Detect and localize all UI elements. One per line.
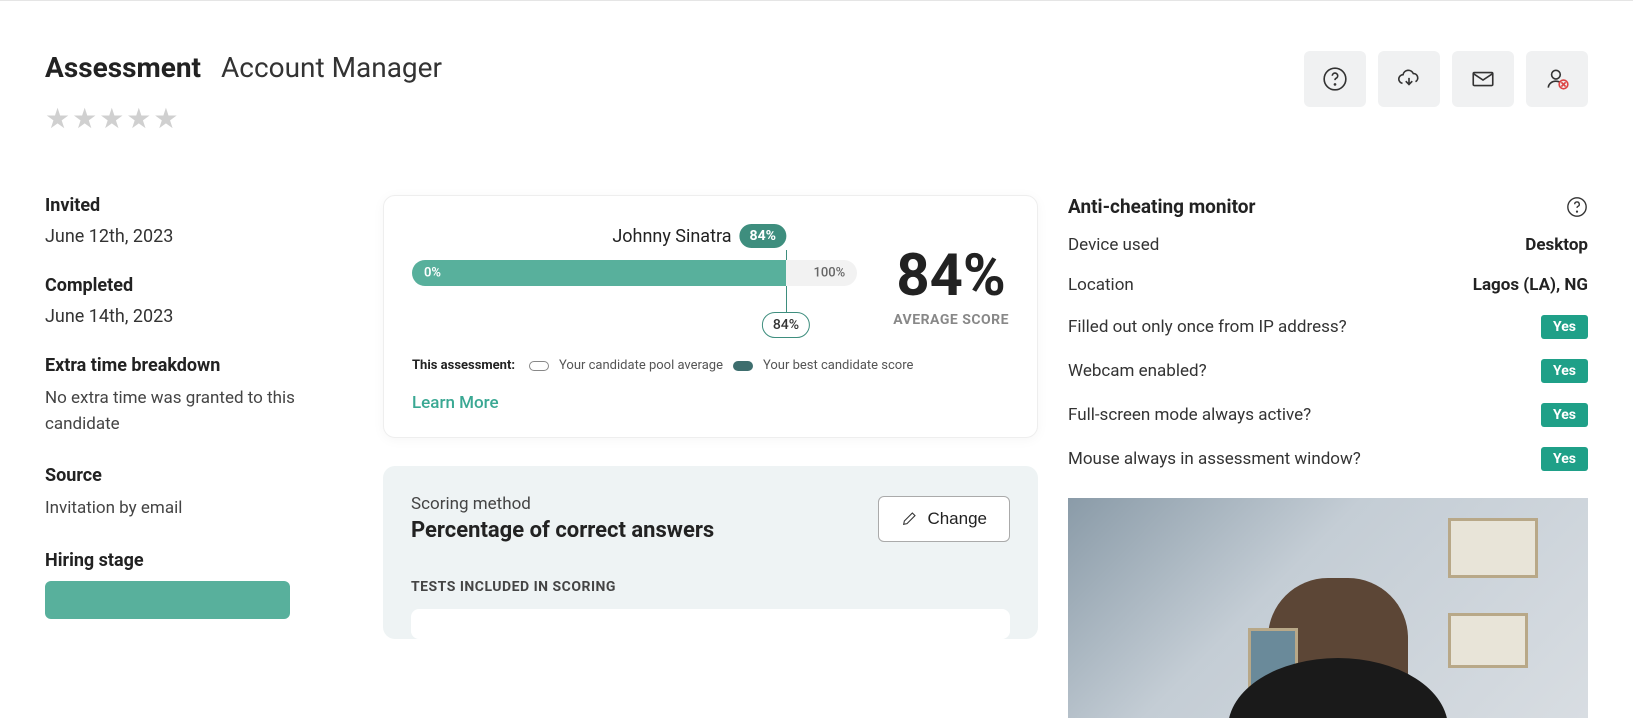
invited-date: June 12th, 2023 xyxy=(45,226,325,247)
device-label: Device used xyxy=(1068,235,1159,255)
completed-date: June 14th, 2023 xyxy=(45,306,325,327)
assessment-name: Account Manager xyxy=(221,51,442,84)
legend-title: This assessment: xyxy=(412,358,515,373)
scoring-method-value: Percentage of correct answers xyxy=(411,518,714,543)
score-bottom-pill: 84% xyxy=(762,312,810,338)
score-legend: This assessment: Your candidate pool ave… xyxy=(412,358,1009,373)
legend-swatch-avg xyxy=(529,361,549,371)
photo-frame-decoration xyxy=(1448,518,1538,578)
assessment-label: Assessment xyxy=(45,51,201,84)
legend-swatch-best xyxy=(733,361,753,371)
average-score-label: AVERAGE SCORE xyxy=(893,312,1009,328)
source-section: Source Invitation by email xyxy=(45,465,325,522)
ip-label: Filled out only once from IP address? xyxy=(1068,317,1347,337)
score-marker-top xyxy=(786,250,787,260)
location-value: Lagos (LA), NG xyxy=(1473,275,1588,295)
anti-row-location: Location Lagos (LA), NG xyxy=(1068,272,1588,298)
hiring-stage-label: Hiring stage xyxy=(45,550,325,571)
score-card: Johnny Sinatra 84% 0% 100% 84% 8 xyxy=(383,195,1038,438)
pencil-icon xyxy=(901,511,917,527)
poster-decoration xyxy=(1248,628,1298,708)
user-remove-icon xyxy=(1544,66,1570,92)
tests-panel xyxy=(411,609,1010,639)
tests-included-heading: TESTS INCLUDED IN SCORING xyxy=(411,579,1010,595)
source-label: Source xyxy=(45,465,325,486)
score-marker-bottom xyxy=(786,286,787,314)
hiring-stage-section: Hiring stage xyxy=(45,550,325,619)
remove-candidate-button[interactable] xyxy=(1526,51,1588,107)
sidebar-metadata: Invited June 12th, 2023 Completed June 1… xyxy=(45,195,325,718)
learn-more-link[interactable]: Learn More xyxy=(412,393,499,413)
legend-best-text: Your best candidate score xyxy=(763,358,913,373)
device-value: Desktop xyxy=(1525,235,1588,255)
anti-row-ip: Filled out only once from IP address? Ye… xyxy=(1068,312,1588,342)
hiring-stage-selector[interactable] xyxy=(45,581,290,619)
completed-section: Completed June 14th, 2023 xyxy=(45,275,325,327)
extra-time-section: Extra time breakdown No extra time was g… xyxy=(45,355,325,437)
score-max-label: 100% xyxy=(813,266,845,281)
page-header: Assessment Account Manager ★★★★★ xyxy=(45,51,1588,135)
completed-label: Completed xyxy=(45,275,325,296)
score-bar-fill xyxy=(412,260,786,286)
cloud-download-icon xyxy=(1396,66,1422,92)
source-value: Invitation by email xyxy=(45,496,325,522)
fullscreen-label: Full-screen mode always active? xyxy=(1068,405,1311,425)
action-button-group xyxy=(1304,51,1588,107)
anti-row-fullscreen: Full-screen mode always active? Yes xyxy=(1068,400,1588,430)
scoring-method-label: Scoring method xyxy=(411,494,714,514)
change-scoring-button[interactable]: Change xyxy=(878,496,1010,542)
score-min-label: 0% xyxy=(424,266,441,281)
download-button[interactable] xyxy=(1378,51,1440,107)
webcam-badge: Yes xyxy=(1541,359,1588,383)
candidate-name: Johnny Sinatra xyxy=(612,226,731,247)
legend-avg-text: Your candidate pool average xyxy=(559,358,723,373)
ip-badge: Yes xyxy=(1541,315,1588,339)
location-label: Location xyxy=(1068,275,1134,295)
anti-row-webcam: Webcam enabled? Yes xyxy=(1068,356,1588,386)
envelope-icon xyxy=(1470,66,1496,92)
question-circle-icon[interactable] xyxy=(1566,196,1588,218)
scoring-method-card: Scoring method Percentage of correct ans… xyxy=(383,466,1038,639)
anti-cheating-title: Anti-cheating monitor xyxy=(1068,195,1255,218)
invited-section: Invited June 12th, 2023 xyxy=(45,195,325,247)
rating-stars[interactable]: ★★★★★ xyxy=(45,102,442,135)
average-score-value: 84% xyxy=(893,242,1009,310)
mouse-badge: Yes xyxy=(1541,447,1588,471)
webcam-label: Webcam enabled? xyxy=(1068,361,1207,381)
email-button[interactable] xyxy=(1452,51,1514,107)
candidate-score-pill: 84% xyxy=(740,224,786,248)
anti-row-mouse: Mouse always in assessment window? Yes xyxy=(1068,444,1588,474)
webcam-snapshot[interactable] xyxy=(1068,498,1588,718)
anti-cheating-panel: Anti-cheating monitor Device used Deskto… xyxy=(1068,195,1588,718)
photo-frame-decoration xyxy=(1448,613,1528,668)
question-circle-icon xyxy=(1322,66,1348,92)
help-button[interactable] xyxy=(1304,51,1366,107)
fullscreen-badge: Yes xyxy=(1541,403,1588,427)
mouse-label: Mouse always in assessment window? xyxy=(1068,449,1361,469)
invited-label: Invited xyxy=(45,195,325,216)
extra-time-value: No extra time was granted to this candid… xyxy=(45,386,325,437)
change-button-label: Change xyxy=(927,509,987,529)
extra-time-label: Extra time breakdown xyxy=(45,355,325,376)
score-bar: Johnny Sinatra 84% 0% 100% 84% xyxy=(412,224,857,346)
anti-row-device: Device used Desktop xyxy=(1068,232,1588,258)
